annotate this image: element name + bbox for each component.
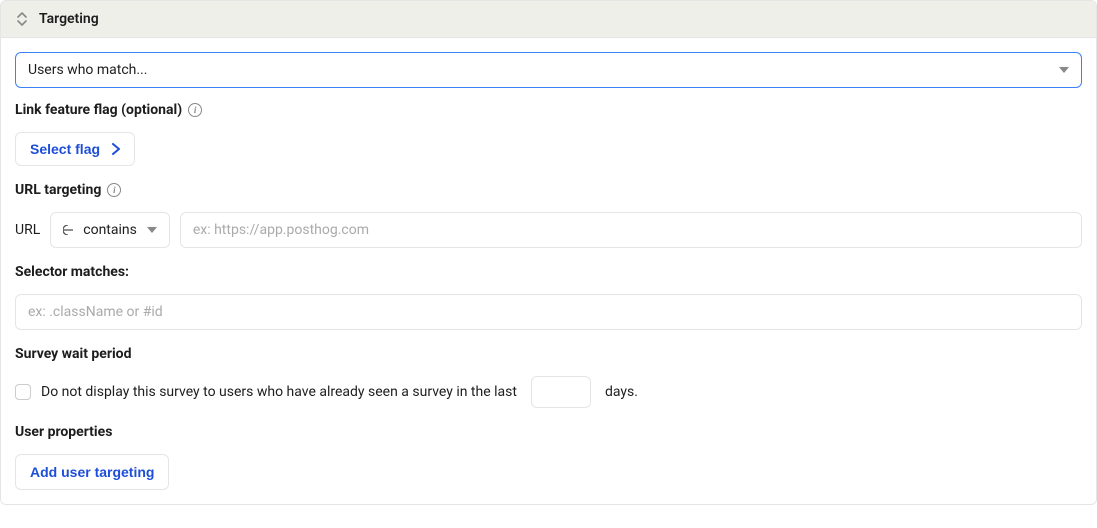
wait-period-days-input[interactable] bbox=[531, 376, 591, 408]
info-icon[interactable]: i bbox=[188, 103, 202, 117]
url-label: URL bbox=[15, 222, 40, 238]
selector-label: Selector matches: bbox=[15, 264, 1082, 280]
add-user-targeting-button-label: Add user targeting bbox=[30, 464, 154, 480]
contains-icon bbox=[63, 225, 73, 235]
url-targeting-label: URL targeting i bbox=[15, 182, 1082, 198]
feature-flag-label: Link feature flag (optional) i bbox=[15, 102, 1082, 118]
targeting-panel: Targeting Users who match... Link featur… bbox=[0, 0, 1097, 505]
select-flag-button-label: Select flag bbox=[30, 141, 100, 157]
url-match-type-select[interactable]: contains bbox=[50, 212, 170, 248]
url-targeting-row: URL contains bbox=[15, 212, 1082, 248]
wait-period-row: Do not display this survey to users who … bbox=[15, 376, 1082, 408]
info-icon[interactable]: i bbox=[107, 183, 121, 197]
url-targeting-label-text: URL targeting bbox=[15, 182, 101, 198]
chevron-right-icon bbox=[112, 143, 120, 155]
feature-flag-label-text: Link feature flag (optional) bbox=[15, 102, 182, 118]
collapse-icon bbox=[15, 12, 29, 26]
users-match-select-text: Users who match... bbox=[28, 62, 147, 78]
wait-period-checkbox[interactable] bbox=[15, 384, 31, 400]
selector-input[interactable] bbox=[15, 294, 1082, 330]
users-match-select[interactable]: Users who match... bbox=[15, 52, 1082, 88]
wait-period-text-before: Do not display this survey to users who … bbox=[41, 384, 517, 400]
caret-down-icon bbox=[1059, 65, 1069, 75]
add-user-targeting-button[interactable]: Add user targeting bbox=[15, 454, 169, 490]
wait-period-label: Survey wait period bbox=[15, 346, 1082, 362]
url-input[interactable] bbox=[180, 212, 1082, 248]
wait-period-text-after: days. bbox=[605, 384, 638, 400]
caret-down-icon bbox=[147, 225, 157, 235]
panel-body: Users who match... Link feature flag (op… bbox=[1, 38, 1096, 504]
panel-title: Targeting bbox=[39, 11, 99, 27]
select-flag-button[interactable]: Select flag bbox=[15, 132, 135, 166]
panel-header[interactable]: Targeting bbox=[1, 1, 1096, 38]
url-match-type-text: contains bbox=[83, 222, 137, 238]
user-properties-label: User properties bbox=[15, 424, 1082, 440]
